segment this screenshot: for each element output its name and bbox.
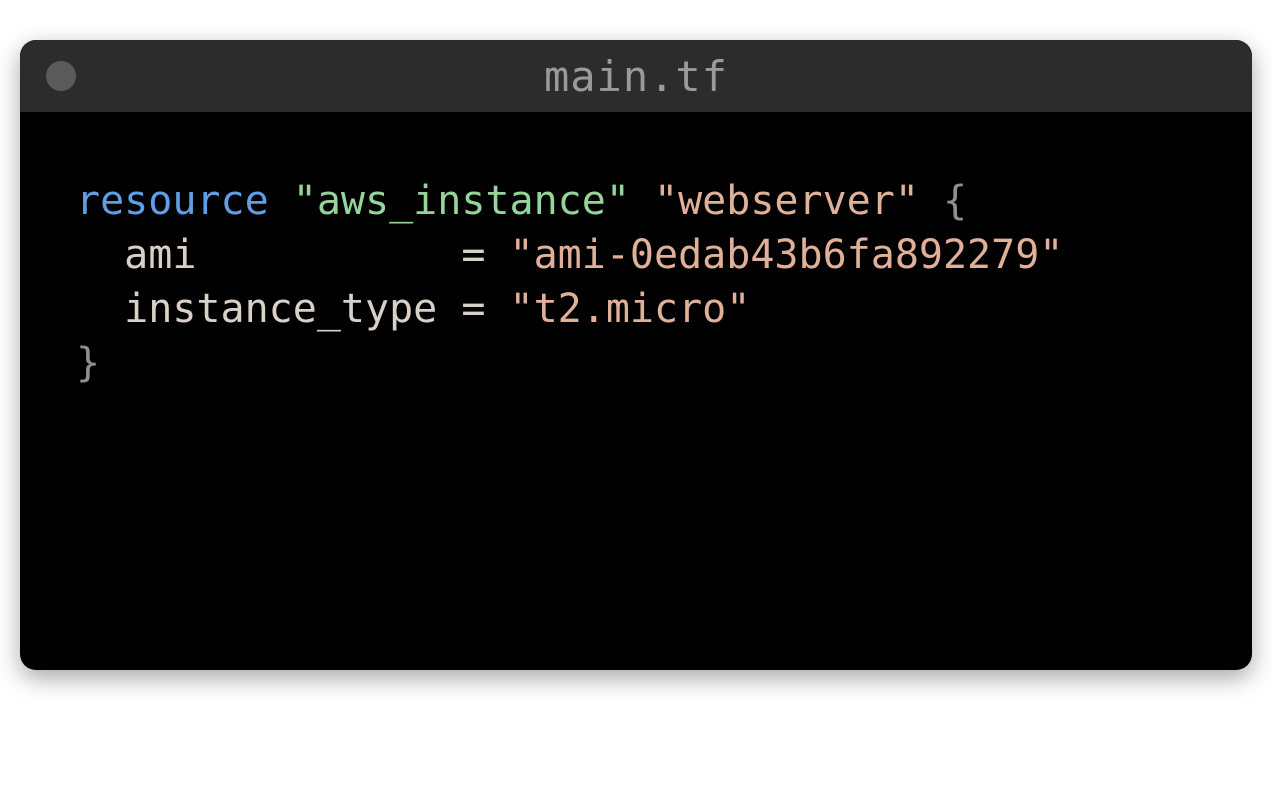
indent bbox=[76, 286, 124, 332]
window-close-dot[interactable] bbox=[46, 61, 76, 91]
equals-operator: = bbox=[461, 286, 509, 332]
brace-close: } bbox=[76, 340, 100, 386]
instance-type-value-string: "t2.micro" bbox=[510, 286, 751, 332]
indent bbox=[76, 232, 124, 278]
keyword-resource: resource bbox=[76, 178, 269, 224]
ami-value-string: "ami-0edab43b6fa892279" bbox=[510, 232, 1064, 278]
brace-open: { bbox=[919, 178, 967, 224]
property-instance-type: instance_type bbox=[124, 286, 437, 332]
resource-type-string: "aws_instance" bbox=[293, 178, 630, 224]
resource-name-string: "webserver" bbox=[654, 178, 919, 224]
editor-window: main.tf resource "aws_instance" "webserv… bbox=[20, 40, 1252, 670]
file-title: main.tf bbox=[20, 52, 1252, 101]
padding bbox=[437, 286, 461, 332]
equals-operator: = bbox=[461, 232, 509, 278]
code-editor[interactable]: resource "aws_instance" "webserver" { am… bbox=[20, 112, 1252, 670]
property-ami: ami bbox=[124, 232, 196, 278]
titlebar: main.tf bbox=[20, 40, 1252, 112]
padding bbox=[196, 232, 461, 278]
